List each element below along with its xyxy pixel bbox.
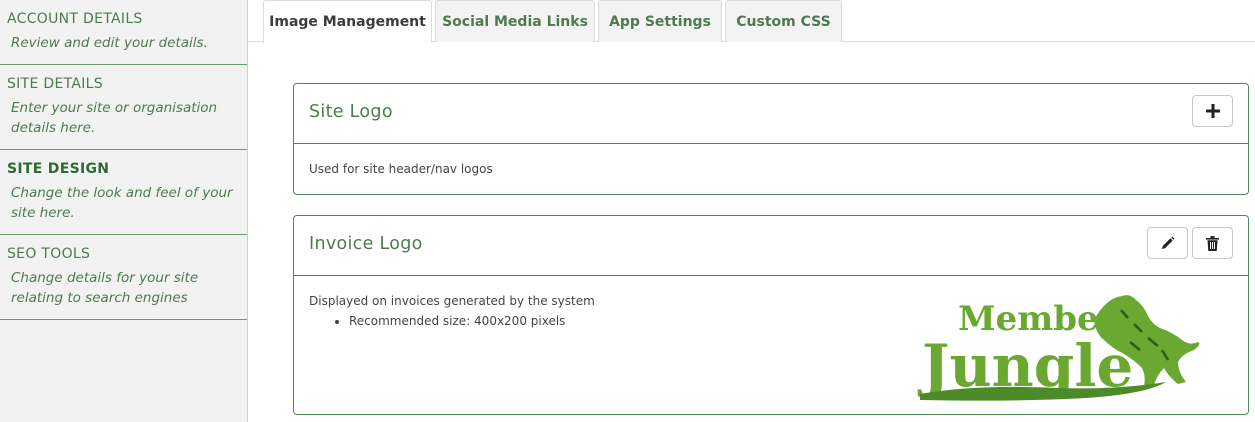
edit-logo-button[interactable] (1147, 227, 1188, 259)
tab-image-management[interactable]: Image Management (263, 0, 432, 43)
sidebar-item-account-details[interactable]: ACCOUNT DETAILS Review and edit your det… (0, 0, 247, 65)
tab-social-media-links[interactable]: Social Media Links (435, 0, 595, 42)
sidebar-item-title: SITE DESIGN (7, 161, 110, 177)
sidebar-item-title: ACCOUNT DETAILS (7, 11, 143, 27)
tab-bar: Image Management Social Media Links App … (248, 0, 1255, 43)
pencil-icon (1161, 236, 1174, 249)
main-content: Image Management Social Media Links App … (248, 0, 1255, 422)
sidebar-item-desc: Change details for your site relating to… (11, 270, 199, 306)
sidebar-item-seo-tools[interactable]: SEO TOOLS Change details for your site r… (0, 235, 247, 320)
site-logo-panel: Site Logo Used for site header/nav logos (293, 83, 1249, 195)
panel-title: Invoice Logo (309, 234, 423, 254)
sidebar: ACCOUNT DETAILS Review and edit your det… (0, 0, 248, 422)
panel-header: Site Logo (294, 84, 1248, 144)
sidebar-item-title: SEO TOOLS (7, 246, 91, 262)
add-logo-button[interactable] (1192, 95, 1233, 127)
plus-icon (1205, 104, 1220, 118)
sidebar-item-desc: Change the look and feel of your site he… (11, 185, 233, 221)
panel-title: Site Logo (309, 102, 393, 122)
trash-icon (1206, 235, 1219, 251)
tab-app-settings[interactable]: App Settings (598, 0, 722, 42)
panel-body: Used for site header/nav logos (294, 144, 1248, 194)
sidebar-item-desc: Review and edit your details. (11, 35, 208, 51)
panel-header: Invoice Logo (294, 216, 1248, 276)
tab-custom-css[interactable]: Custom CSS (725, 0, 842, 42)
delete-logo-button[interactable] (1192, 227, 1233, 259)
panel-description: Used for site header/nav logos (309, 162, 493, 176)
invoice-logo-panel: Invoice Logo Displayed on invoices gener… (293, 215, 1249, 415)
invoice-logo-image: Member Jungle (917, 295, 1200, 401)
sidebar-item-site-details[interactable]: SITE DETAILS Enter your site or organisa… (0, 65, 247, 150)
sidebar-item-desc: Enter your site or organisation details … (11, 100, 218, 136)
sidebar-item-site-design[interactable]: SITE DESIGN Change the look and feel of … (0, 150, 247, 235)
sidebar-item-title: SITE DETAILS (7, 76, 103, 92)
